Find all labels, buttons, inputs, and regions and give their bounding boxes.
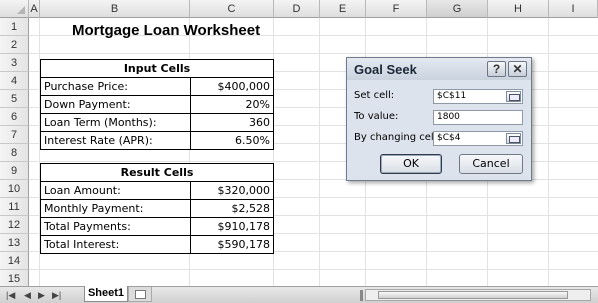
result-value-total-interest[interactable]: $590,178 bbox=[191, 236, 273, 254]
gridline bbox=[29, 269, 598, 270]
result-label-monthly-payment[interactable]: Monthly Payment: bbox=[41, 200, 191, 218]
dialog-title-bar[interactable]: Goal Seek ? ✕ bbox=[347, 58, 531, 80]
result-label-total-payments[interactable]: Total Payments: bbox=[41, 218, 191, 236]
set-cell-field[interactable]: $C$11 bbox=[433, 89, 523, 104]
insert-worksheet-icon[interactable] bbox=[128, 287, 152, 302]
column-header-h[interactable]: H bbox=[488, 0, 549, 18]
input-value-down-payment[interactable]: 20% bbox=[191, 96, 273, 114]
to-value-label: To value: bbox=[354, 111, 399, 122]
column-header-a[interactable]: A bbox=[29, 0, 40, 18]
horizontal-scrollbar[interactable] bbox=[365, 289, 591, 301]
input-cells-table: Input Cells Purchase Price: $400,000 Dow… bbox=[40, 59, 274, 150]
row-header-11[interactable]: 11 bbox=[0, 198, 29, 216]
row-header-10[interactable]: 10 bbox=[0, 180, 29, 198]
result-cells-table: Result Cells Loan Amount: $320,000 Month… bbox=[40, 163, 274, 254]
input-value-purchase-price[interactable]: $400,000 bbox=[191, 78, 273, 96]
sheet-tab-bar: |◀ ◀ ▶ ▶| Sheet1 bbox=[0, 286, 598, 303]
input-label-interest-rate[interactable]: Interest Rate (APR): bbox=[41, 132, 191, 150]
sheet-tab-sheet1[interactable]: Sheet1 bbox=[84, 286, 128, 302]
row-header-4[interactable]: 4 bbox=[0, 72, 29, 90]
row-header-5[interactable]: 5 bbox=[0, 90, 29, 108]
input-value-loan-term[interactable]: 360 bbox=[191, 114, 273, 132]
help-button[interactable]: ? bbox=[487, 61, 506, 77]
row-header-1[interactable]: 1 bbox=[0, 18, 29, 36]
result-value-total-payments[interactable]: $910,178 bbox=[191, 218, 273, 236]
dialog-title: Goal Seek bbox=[354, 62, 417, 77]
column-header-b[interactable]: B bbox=[40, 0, 190, 18]
column-header-c[interactable]: C bbox=[190, 0, 274, 18]
result-value-loan-amount[interactable]: $320,000 bbox=[191, 182, 273, 200]
row-header-2[interactable]: 2 bbox=[0, 36, 29, 54]
row-header-3[interactable]: 3 bbox=[0, 54, 29, 72]
gridline bbox=[29, 53, 598, 54]
column-header-i[interactable]: I bbox=[549, 0, 598, 18]
previous-sheet-button[interactable]: ◀ bbox=[24, 290, 31, 301]
row-header-12[interactable]: 12 bbox=[0, 216, 29, 234]
column-header-d[interactable]: D bbox=[274, 0, 320, 18]
set-cell-label: Set cell: bbox=[354, 90, 395, 101]
input-label-down-payment[interactable]: Down Payment: bbox=[41, 96, 191, 114]
set-cell-value: $C$11 bbox=[437, 91, 467, 101]
input-label-loan-term[interactable]: Loan Term (Months): bbox=[41, 114, 191, 132]
column-header-f[interactable]: F bbox=[366, 0, 427, 18]
gridline bbox=[548, 18, 549, 286]
ok-button[interactable]: OK bbox=[380, 154, 442, 174]
input-value-interest-rate[interactable]: 6.50% bbox=[191, 132, 273, 150]
row-header-7[interactable]: 7 bbox=[0, 126, 29, 144]
select-all-icon bbox=[17, 6, 25, 14]
row-header-9[interactable]: 9 bbox=[0, 162, 29, 180]
input-cells-header[interactable]: Input Cells bbox=[41, 60, 273, 78]
result-cells-header[interactable]: Result Cells bbox=[41, 164, 273, 182]
row-header-6[interactable]: 6 bbox=[0, 108, 29, 126]
result-label-loan-amount[interactable]: Loan Amount: bbox=[41, 182, 191, 200]
changing-cell-label: By changing cell: bbox=[354, 132, 440, 143]
result-label-total-interest[interactable]: Total Interest: bbox=[41, 236, 191, 254]
goal-seek-dialog: Goal Seek ? ✕ Set cell: $C$11 To value: … bbox=[346, 57, 532, 181]
select-all-corner[interactable] bbox=[0, 0, 29, 18]
next-sheet-button[interactable]: ▶ bbox=[38, 290, 45, 301]
scrollbar-thumb[interactable] bbox=[378, 291, 568, 299]
column-header-e[interactable]: E bbox=[320, 0, 366, 18]
collapse-dialog-icon[interactable] bbox=[506, 91, 521, 102]
changing-cell-field[interactable]: $C$4 bbox=[433, 131, 523, 146]
changing-cell-value: $C$4 bbox=[437, 133, 461, 143]
result-value-monthly-payment[interactable]: $2,528 bbox=[191, 200, 273, 218]
tab-split-handle[interactable] bbox=[360, 290, 363, 301]
cancel-button[interactable]: Cancel bbox=[459, 154, 523, 174]
collapse-dialog-icon[interactable] bbox=[506, 133, 521, 144]
to-value-value: 1800 bbox=[437, 112, 460, 122]
first-sheet-button[interactable]: |◀ bbox=[6, 290, 15, 301]
row-header-8[interactable]: 8 bbox=[0, 144, 29, 162]
worksheet-title[interactable]: Mortgage Loan Worksheet bbox=[72, 22, 260, 39]
input-label-purchase-price[interactable]: Purchase Price: bbox=[41, 78, 191, 96]
row-header-13[interactable]: 13 bbox=[0, 234, 29, 252]
gridline bbox=[319, 18, 320, 286]
column-header-g[interactable]: G bbox=[427, 0, 488, 18]
to-value-field[interactable]: 1800 bbox=[433, 110, 523, 125]
last-sheet-button[interactable]: ▶| bbox=[52, 290, 61, 301]
row-header-14[interactable]: 14 bbox=[0, 252, 29, 270]
spreadsheet: A B C D E F G H I 1 2 3 4 5 6 7 8 9 10 1… bbox=[0, 0, 598, 303]
close-button[interactable]: ✕ bbox=[508, 61, 527, 77]
